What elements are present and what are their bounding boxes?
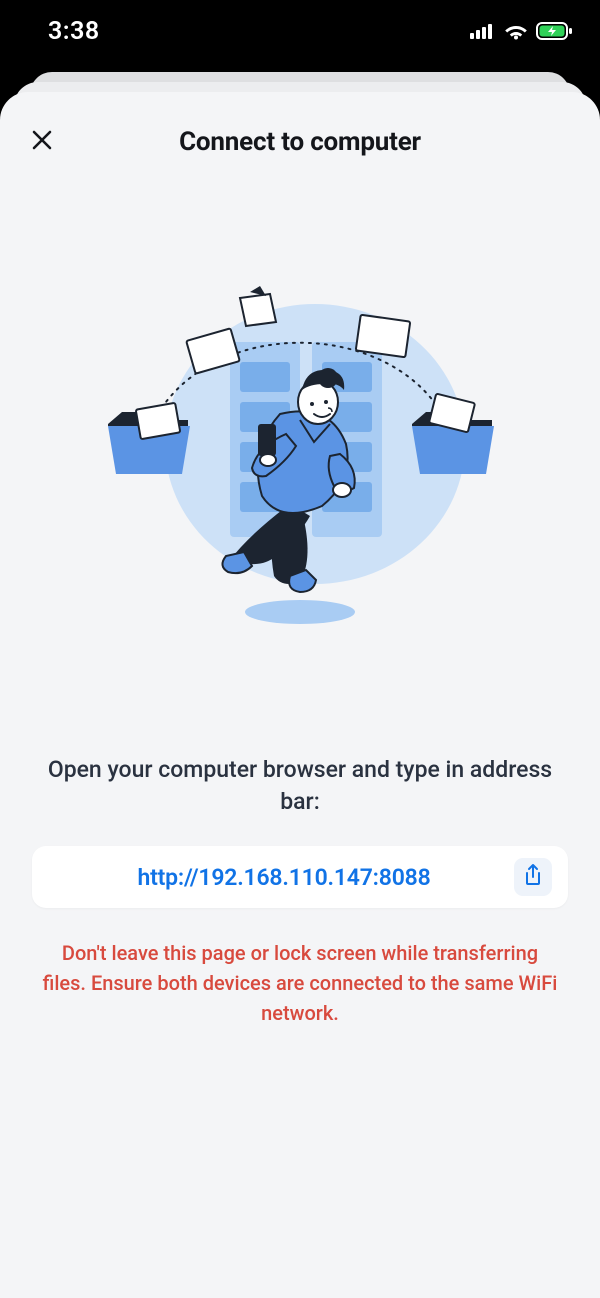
illustration (22, 274, 578, 634)
share-button[interactable] (514, 858, 552, 896)
instruction-text: Open your computer browser and type in a… (22, 754, 578, 818)
status-time: 3:38 (48, 17, 100, 46)
warning-text: Don't leave this page or lock screen whi… (38, 938, 562, 1028)
url-box: http://192.168.110.147:8088 (32, 846, 568, 908)
share-icon (523, 863, 543, 891)
cellular-icon (470, 23, 496, 39)
header: Connect to computer (22, 120, 578, 164)
status-right (470, 22, 572, 40)
page-title: Connect to computer (179, 127, 421, 157)
sheet: Connect to computer (0, 92, 600, 1298)
wifi-icon (504, 22, 528, 40)
close-button[interactable] (24, 124, 60, 160)
folder-icon (108, 403, 190, 474)
battery-charging-icon (536, 22, 572, 40)
connection-url[interactable]: http://192.168.110.147:8088 (54, 864, 514, 891)
status-bar: 3:38 (0, 0, 600, 68)
close-icon (30, 128, 54, 156)
